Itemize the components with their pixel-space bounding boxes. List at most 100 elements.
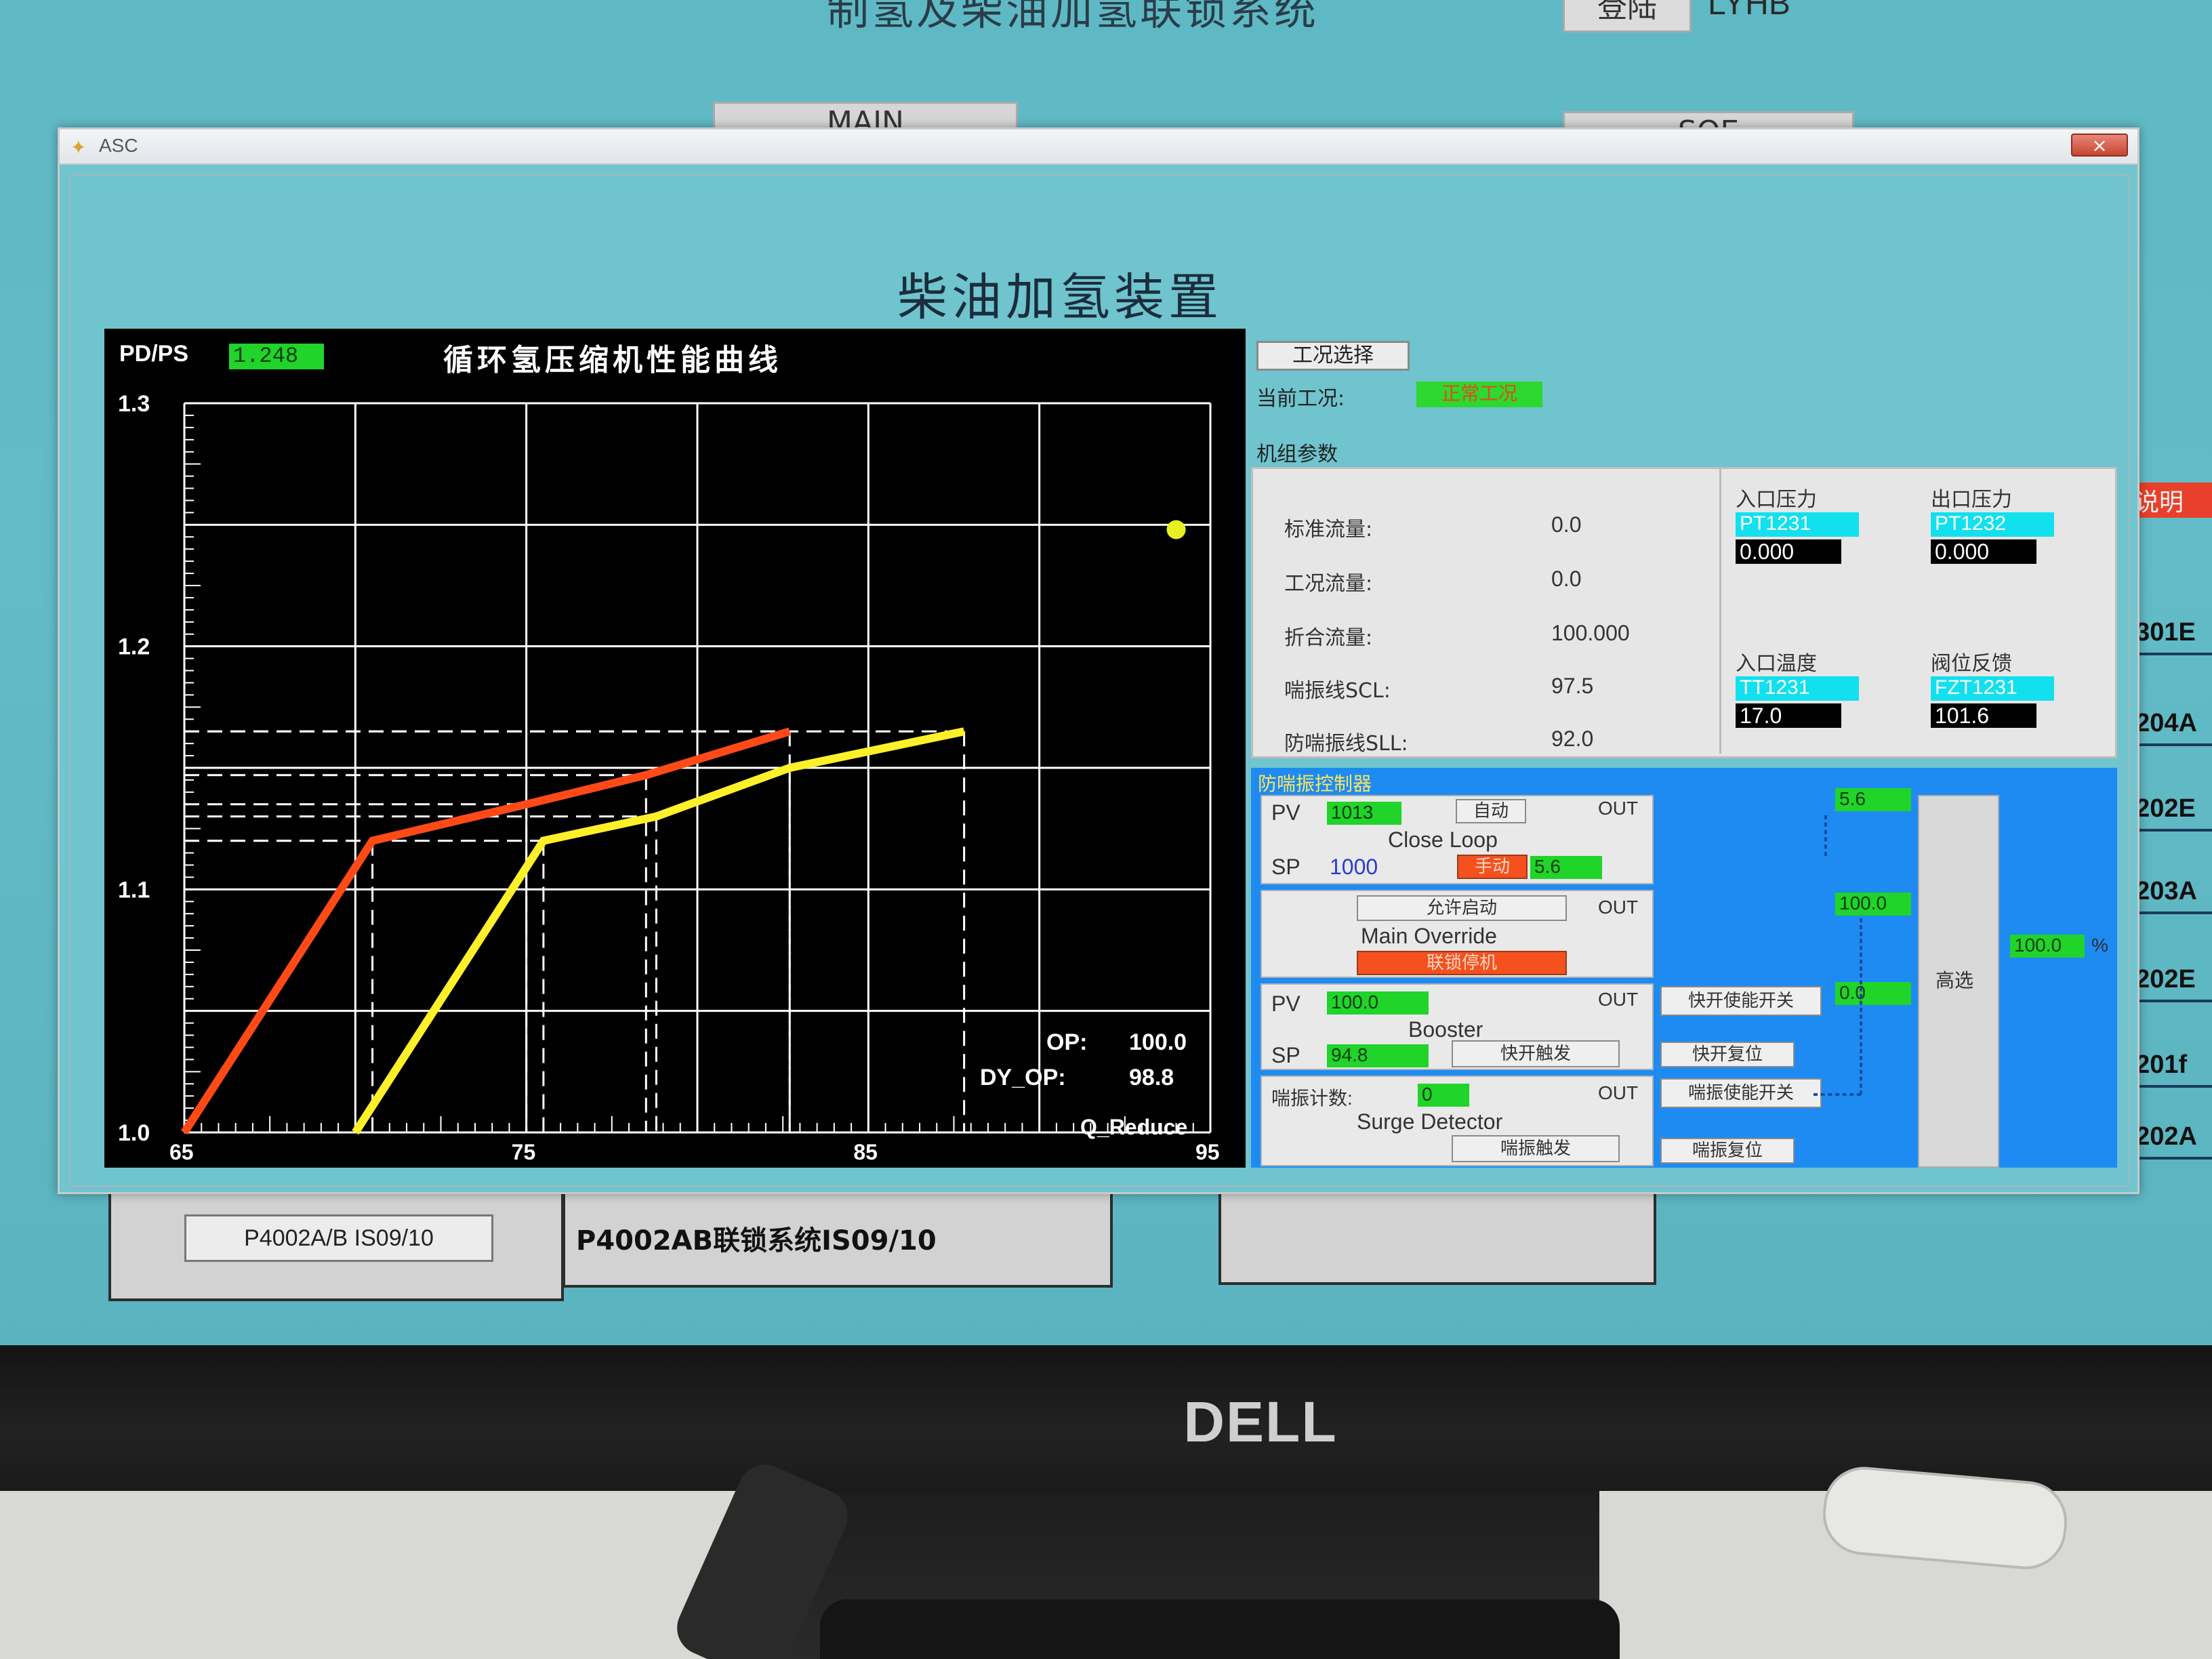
y-tick-label: 1.3 xyxy=(118,391,150,417)
quick-open-trigger-button[interactable]: 快开触发 xyxy=(1452,1040,1620,1067)
background-page-title: 制氢及柴油加氢联锁系统 xyxy=(827,0,1319,35)
controller-label: 防喘振控制器 xyxy=(1258,773,1372,795)
main-override-label: Main Override xyxy=(1361,924,1497,948)
manual-output: 5.6 xyxy=(1530,856,1602,879)
param-value: 0.0 xyxy=(1551,567,1582,591)
current-mode-label: 当前工况: xyxy=(1256,387,1345,411)
surge-reset-button[interactable]: 喘振复位 xyxy=(1660,1138,1795,1164)
tag-name: FZT1231 xyxy=(1931,676,2054,701)
bottom-label-panel: P4002AB联锁系统IS09/10 xyxy=(562,1179,1113,1288)
param-value: 100.000 xyxy=(1551,621,1630,645)
params-divider xyxy=(1719,469,1721,754)
booster-sp-label: SP xyxy=(1271,1043,1300,1067)
tag-heading: 入口温度 xyxy=(1736,652,1817,676)
pv-label: PV xyxy=(1271,800,1300,825)
sp-label: SP xyxy=(1271,855,1300,879)
tag-value: 0.000 xyxy=(1931,539,2036,564)
window-content: 柴油加氢装置 1.0 1.1 1.2 1.3 65 75 85 95 PD/PS 1.248 … xyxy=(69,174,2129,1187)
tag-name: TT1231 xyxy=(1736,676,1859,701)
param-name: 防喘振线SLL: xyxy=(1284,732,1408,756)
pdps-label: PD/PS xyxy=(119,341,189,367)
tag-value: 101.6 xyxy=(1931,703,2036,728)
final-out-value: 100.0 xyxy=(2010,935,2085,958)
operating-point xyxy=(1166,520,1186,539)
param-value: 97.5 xyxy=(1551,674,1594,698)
surge-count-value: 0 xyxy=(1418,1084,1469,1107)
control-line xyxy=(352,727,965,1135)
tag-heading: 阀位反馈 xyxy=(1931,652,2012,676)
p4002-label: P4002AB联锁系统IS09/10 xyxy=(576,1225,937,1256)
param-value: 92.0 xyxy=(1551,726,1594,751)
param-name: 标准流量: xyxy=(1284,518,1373,541)
x-tick-label: 65 xyxy=(169,1140,194,1164)
y-tick-label: 1.0 xyxy=(118,1120,150,1146)
p4002-button[interactable]: P4002A/B IS09/10 xyxy=(184,1214,493,1262)
percent-unit: % xyxy=(2091,935,2108,956)
surge-count-label: 喘振计数: xyxy=(1271,1088,1353,1109)
bottom-button-panel: P4002A/B IS09/10 xyxy=(108,1179,564,1301)
tag-heading: 出口压力 xyxy=(1931,488,2012,512)
asc-window: ✦ ASC × 柴油加氢装置 1.0 1.1 1.2 1.3 65 75 85 95 PD/P… xyxy=(58,127,2139,1194)
app-icon: ✦ xyxy=(70,136,87,159)
performance-chart: 1.0 1.1 1.2 1.3 65 75 85 95 PD/PS 1.248 循环氢压缩机性… xyxy=(104,329,1246,1168)
mode-select-button[interactable]: 工况选择 xyxy=(1256,341,1410,371)
x-axis-label: Q_Reduce xyxy=(1080,1115,1188,1139)
booster-pv-value: 100.0 xyxy=(1327,991,1429,1015)
window-titlebar[interactable]: ✦ ASC × xyxy=(60,129,2137,165)
unit-params-label: 机组参数 xyxy=(1256,443,1338,466)
dell-logo: DELL xyxy=(1183,1390,1338,1454)
auto-button[interactable]: 自动 xyxy=(1456,799,1526,823)
close-button[interactable]: × xyxy=(2071,134,2128,157)
op-label: OP: xyxy=(1046,1029,1088,1055)
booster-block: PV 100.0 OUT Booster SP 94.8 快开触发 xyxy=(1261,983,1654,1070)
quick-open-enable-switch[interactable]: 快开使能开关 xyxy=(1660,986,1822,1016)
chart-title: 循环氢压缩机性能曲线 xyxy=(443,343,782,377)
surge-trigger-button[interactable]: 喘振触发 xyxy=(1452,1135,1620,1162)
signal-line xyxy=(1860,918,1862,1094)
monitor-stand-base xyxy=(820,1599,1620,1659)
out-label: OUT xyxy=(1598,989,1639,1010)
dyop-label: DY_OP: xyxy=(980,1065,1066,1090)
out-label: OUT xyxy=(1598,798,1639,819)
signal-line xyxy=(1814,1093,1861,1096)
tag-value: 17.0 xyxy=(1736,703,1841,728)
param-name: 折合流量: xyxy=(1284,626,1373,650)
booster-out-value: 0.0 xyxy=(1835,982,1911,1005)
page-title: 柴油加氢装置 xyxy=(897,268,1223,327)
param-name: 工况流量: xyxy=(1284,572,1373,596)
close-loop-label: Close Loop xyxy=(1388,827,1498,852)
dyop-value: 98.8 xyxy=(1129,1065,1174,1090)
high-select-block: 高选 xyxy=(1918,795,1999,1168)
param-name: 喘振线SCL: xyxy=(1284,679,1391,703)
booster-label: Booster xyxy=(1408,1017,1483,1042)
out-top-value: 5.6 xyxy=(1835,788,1911,811)
main-override-block: 允许启动 OUT Main Override 联锁停机 xyxy=(1261,890,1654,978)
x-tick-label: 75 xyxy=(512,1140,536,1164)
tag-name: PT1231 xyxy=(1736,512,1859,537)
out-label: OUT xyxy=(1598,1082,1639,1103)
interlock-stop-button[interactable]: 联锁停机 xyxy=(1357,951,1567,975)
signal-line xyxy=(1824,815,1827,856)
unit-params-panel: 标准流量: 0.0 工况流量: 0.0 折合流量: 100.000 喘振线SCL… xyxy=(1251,467,2117,758)
tag-value: 0.000 xyxy=(1736,539,1841,564)
user-name: LYHB xyxy=(1708,0,1790,22)
surge-detector-label: Surge Detector xyxy=(1357,1109,1503,1134)
out-label: OUT xyxy=(1598,897,1639,918)
surge-enable-switch[interactable]: 喘振使能开关 xyxy=(1660,1078,1822,1108)
pv-value: 1013 xyxy=(1327,802,1401,825)
x-tick-label: 95 xyxy=(1195,1140,1220,1164)
op-value: 100.0 xyxy=(1129,1029,1187,1055)
booster-pv-label: PV xyxy=(1271,991,1300,1016)
y-tick-label: 1.1 xyxy=(118,877,150,903)
high-select-label: 高选 xyxy=(1936,970,1974,991)
param-value: 0.0 xyxy=(1551,512,1582,537)
quick-open-reset-button[interactable]: 快开复位 xyxy=(1660,1042,1795,1067)
pdps-value: 1.248 xyxy=(229,344,324,369)
pid-block: PV 1013 自动 OUT Close Loop SP 1000 手动 5.6 xyxy=(1261,795,1654,884)
manual-button[interactable]: 手动 xyxy=(1457,855,1528,879)
sp-value[interactable]: 1000 xyxy=(1330,855,1378,880)
booster-sp-value: 94.8 xyxy=(1327,1044,1429,1067)
x-tick-label: 85 xyxy=(853,1140,878,1164)
allow-start-button[interactable]: 允许启动 xyxy=(1357,895,1567,921)
login-button[interactable]: 登陆 xyxy=(1563,0,1692,33)
